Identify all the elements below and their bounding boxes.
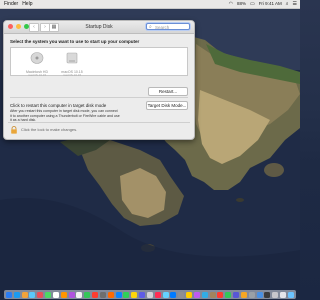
startup-disk-window: ‹ › ▦ Startup Disk ⌕ Search Select the s…: [3, 20, 195, 140]
dock-app-icon[interactable]: [139, 291, 146, 298]
target-disk-title: Click to restart this computer in target…: [10, 103, 107, 108]
lock-hint: Click the lock to make changes.: [21, 127, 78, 132]
dock-app-icon[interactable]: [52, 291, 59, 298]
dock-app-icon[interactable]: [131, 291, 138, 298]
startup-heading: Select the system you want to use to sta…: [10, 39, 140, 44]
dock-app-icon[interactable]: [123, 291, 130, 298]
dock-app-icon[interactable]: [186, 291, 193, 298]
control-center-icon[interactable]: ☰: [293, 1, 297, 7]
dock-app-icon[interactable]: [217, 291, 224, 298]
menu-item-help[interactable]: Help: [22, 0, 32, 8]
dock-app-icon[interactable]: [272, 291, 279, 298]
window-content: Select the system you want to use to sta…: [4, 34, 194, 80]
search-placeholder: Search: [155, 25, 170, 30]
disk-item[interactable]: macOS 10.15 macOS 10.15: [56, 51, 88, 78]
dock-app-icon[interactable]: [170, 291, 177, 298]
search-spotlight-icon[interactable]: ⌕: [286, 1, 289, 7]
internal-disk-icon: [30, 52, 44, 64]
dock-app-icon[interactable]: [45, 291, 52, 298]
menu-item-finder[interactable]: Finder: [4, 0, 18, 8]
battery-percent: 88%: [236, 1, 246, 6]
dock-app-icon[interactable]: [240, 291, 247, 298]
section-divider: [10, 97, 188, 98]
menu-bar: Finder Help ◠ 88% ▭ Fri 9:41 AM ⌕ ☰: [0, 0, 300, 9]
restart-button[interactable]: Restart...: [148, 87, 188, 96]
disk-version: macOS 10.15: [62, 73, 82, 77]
disk-list: Macintosh HD macOS 10.15 macOS 10.15 mac…: [10, 47, 188, 78]
dock-app-icon[interactable]: [287, 291, 294, 298]
window-titlebar[interactable]: ‹ › ▦ Startup Disk ⌕ Search: [4, 21, 194, 34]
dock-app-icon[interactable]: [13, 291, 20, 298]
dock-app-icon[interactable]: [256, 291, 263, 298]
dock-app-icon[interactable]: [279, 291, 286, 298]
dock-app-icon[interactable]: [201, 291, 208, 298]
disk-item[interactable]: Macintosh HD macOS 10.15: [21, 51, 53, 78]
search-input[interactable]: ⌕ Search: [146, 23, 190, 30]
wifi-icon[interactable]: ◠: [229, 1, 233, 7]
dock-app-icon[interactable]: [154, 291, 161, 298]
dock-app-icon[interactable]: [37, 291, 44, 298]
dock-app-icon[interactable]: [21, 291, 28, 298]
battery-icon[interactable]: ▭: [250, 1, 255, 7]
status-area: ◠ 88% ▭ Fri 9:41 AM ⌕ ☰: [229, 0, 297, 8]
clock[interactable]: Fri 9:41 AM: [259, 0, 282, 8]
dock-app-icon[interactable]: [76, 291, 83, 298]
dock-app-icon[interactable]: [264, 291, 271, 298]
dock-app-icon[interactable]: [233, 291, 240, 298]
target-disk-mode-button[interactable]: Target Disk Mode...: [146, 101, 188, 110]
dock-app-icon[interactable]: [92, 291, 99, 298]
dock-app-icon[interactable]: [99, 291, 106, 298]
dock-app-icon[interactable]: [6, 291, 12, 298]
search-icon: ⌕: [149, 24, 152, 30]
dock-app-icon[interactable]: [29, 291, 36, 298]
disk-version: macOS 10.15: [27, 73, 47, 77]
dock-app-icon[interactable]: [178, 291, 185, 298]
dock-app-icon[interactable]: [68, 291, 75, 298]
dock-app-icon[interactable]: [162, 291, 169, 298]
dock-app-icon[interactable]: [107, 291, 114, 298]
dock-app-icon[interactable]: [209, 291, 216, 298]
lock-icon[interactable]: [10, 126, 18, 134]
target-disk-description: After you restart this computer in targe…: [10, 109, 120, 122]
dock-app-icon[interactable]: [225, 291, 232, 298]
dock-app-icon[interactable]: [248, 291, 255, 298]
dock-app-icon[interactable]: [146, 291, 153, 298]
dock-app-icon[interactable]: [84, 291, 91, 298]
dock-app-icon[interactable]: [60, 291, 67, 298]
external-disk-icon: [66, 52, 78, 64]
dock: [4, 290, 296, 299]
dock-app-icon[interactable]: [115, 291, 122, 298]
dock-app-icon[interactable]: [193, 291, 200, 298]
lock-row: Click the lock to make changes.: [8, 122, 190, 137]
